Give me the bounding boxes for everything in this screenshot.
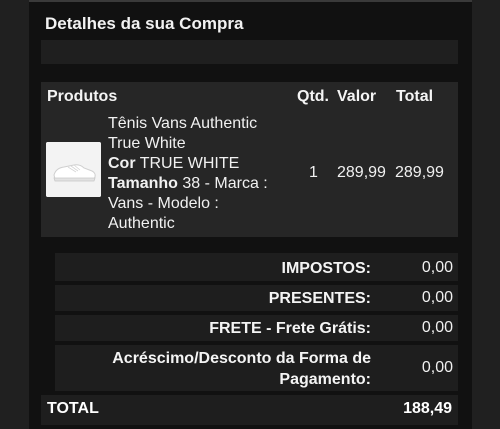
item-qty: 1 [309, 164, 318, 181]
gifts-value: 0,00 [421, 289, 453, 306]
product-color: Cor TRUE WHITE [108, 154, 288, 174]
item-value: 289,99 [337, 164, 386, 181]
total-value: 188,49 [403, 400, 452, 417]
payment-adjustment-label: Acréscimo/Desconto da Forma de Pagamento… [112, 348, 371, 390]
payment-adjustment-label-line1: Acréscimo/Desconto da Forma de [112, 350, 371, 367]
header-products: Produtos [47, 88, 118, 105]
taxes-row: IMPOSTOS: 0,00 [55, 253, 458, 281]
title-bar [41, 40, 458, 64]
size-label: Tamanho [108, 175, 178, 192]
order-details-panel: Detalhes da sua Compra Produtos Qtd. Val… [29, 0, 472, 429]
product-brand: Vans - Modelo : [108, 195, 219, 212]
products-table: Produtos Qtd. Valor Total Tênis Vans Aut… [41, 82, 458, 237]
taxes-value: 0,00 [421, 259, 453, 276]
product-name-line2[interactable]: True White [108, 134, 288, 154]
payment-adjustment-value: 0,00 [421, 359, 453, 376]
header-qty: Qtd. [297, 88, 329, 105]
product-thumbnail[interactable] [46, 142, 101, 197]
product-model: Authentic [108, 215, 175, 232]
size-value: 38 - Marca : [182, 175, 268, 192]
sneaker-icon [46, 142, 101, 197]
summary-list: IMPOSTOS: 0,00 PRESENTES: 0,00 FRETE - F… [55, 253, 458, 395]
total-label: TOTAL [47, 400, 99, 417]
shipping-label: FRETE - Frete Grátis: [209, 320, 371, 337]
header-total: Total [396, 88, 434, 105]
shipping-value: 0,00 [421, 319, 453, 336]
shipping-row: FRETE - Frete Grátis: 0,00 [55, 315, 458, 341]
gifts-label: PRESENTES: [268, 290, 371, 307]
product-name-line1[interactable]: Tênis Vans Authentic [108, 114, 288, 134]
product-size: Tamanho 38 - Marca : [108, 174, 288, 194]
gifts-row: PRESENTES: 0,00 [55, 285, 458, 311]
color-value: TRUE WHITE [139, 155, 240, 172]
header-value: Valor [337, 88, 377, 105]
product-description: Tênis Vans Authentic True White Cor TRUE… [108, 114, 288, 234]
item-total: 289,99 [395, 164, 444, 181]
divider [29, 0, 472, 2]
payment-adjustment-label-line2: Pagamento: [279, 371, 371, 388]
color-label: Cor [108, 155, 136, 172]
taxes-label: IMPOSTOS: [281, 260, 372, 277]
payment-adjustment-row: Acréscimo/Desconto da Forma de Pagamento… [55, 345, 458, 391]
total-row: TOTAL 188,49 [41, 395, 458, 425]
section-title: Detalhes da sua Compra [45, 14, 244, 33]
